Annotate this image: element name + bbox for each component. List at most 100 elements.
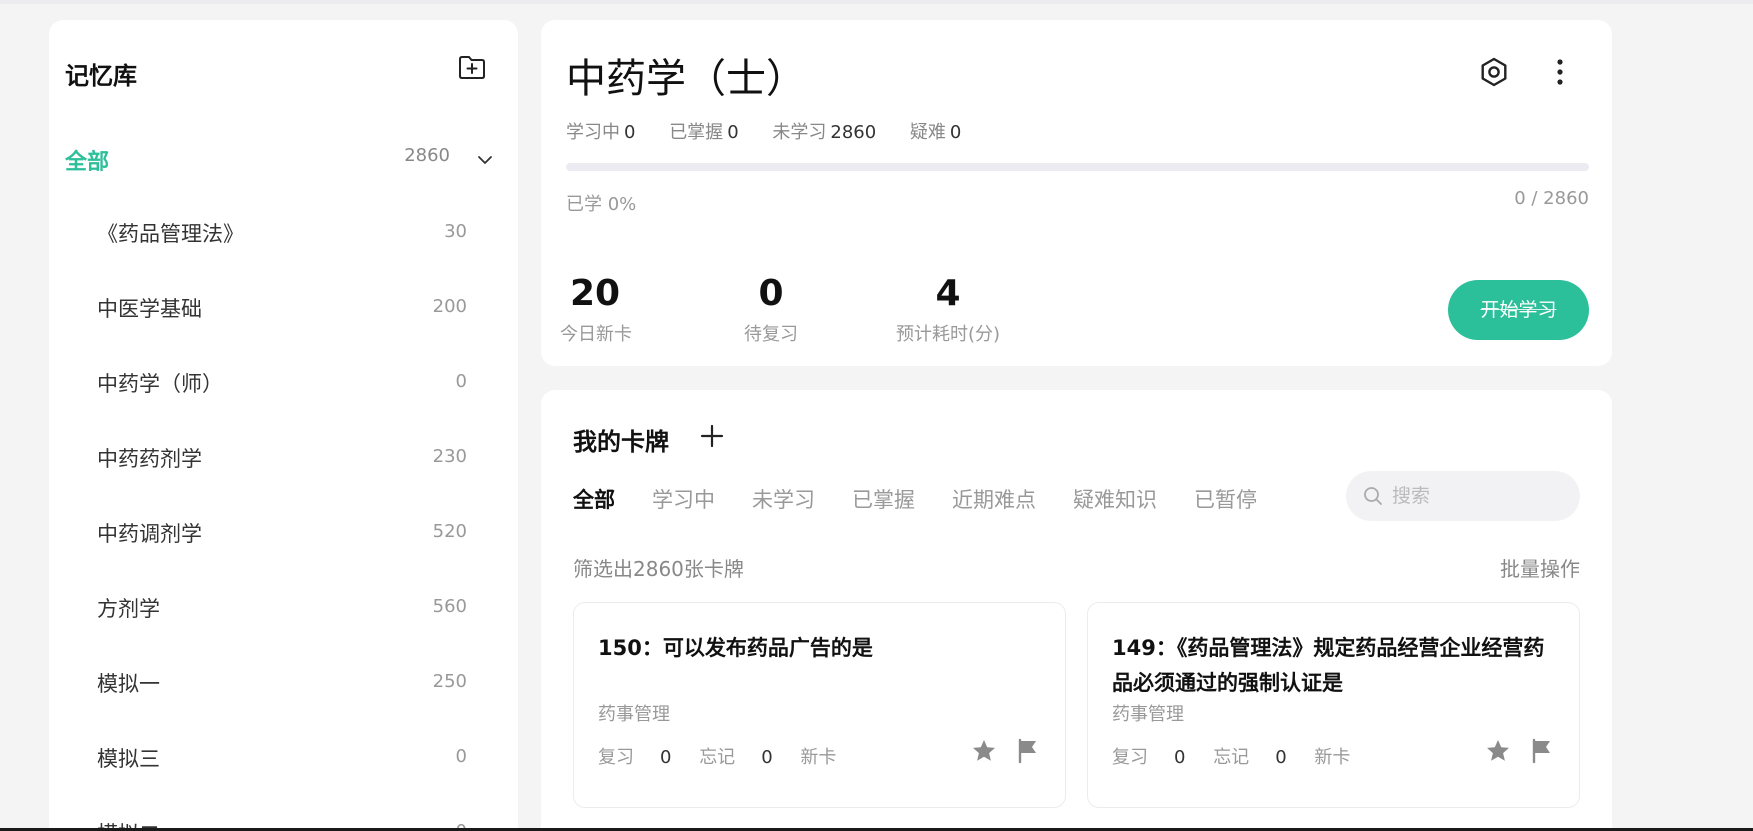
stat-mastered: 已掌握 0 bbox=[669, 122, 738, 143]
sidebar-item[interactable]: 中药调剂学 520 bbox=[97, 518, 467, 558]
metric-value: 4 bbox=[935, 273, 961, 314]
flag-icon[interactable] bbox=[1528, 737, 1556, 765]
forget-count: 0 bbox=[1275, 747, 1287, 768]
metric-new-cards: 20 今日新卡 bbox=[560, 273, 632, 346]
sidebar-all-count: 2860 bbox=[404, 145, 450, 166]
review-stat: 复习 0 bbox=[1112, 747, 1185, 768]
tab-recent-difficult[interactable]: 近期难点 bbox=[952, 484, 1036, 514]
top-strip bbox=[0, 0, 1753, 4]
sidebar-item-count: 0 bbox=[455, 746, 467, 767]
metric-value: 20 bbox=[569, 273, 621, 314]
sidebar-item-count: 250 bbox=[432, 671, 467, 692]
sidebar-item[interactable]: 中药药剂学 230 bbox=[97, 443, 467, 483]
stat-value: 2860 bbox=[830, 122, 877, 143]
sidebar-item[interactable]: 模拟一 250 bbox=[97, 668, 467, 708]
progress-bar bbox=[566, 163, 1589, 171]
star-icon[interactable] bbox=[1484, 737, 1512, 765]
flag-icon[interactable] bbox=[1014, 737, 1042, 765]
card-status: 新卡 bbox=[1314, 747, 1351, 768]
metric-label: 待复习 bbox=[744, 324, 798, 345]
metric-estimated-time: 4 预计耗时(分) bbox=[885, 274, 1011, 346]
sidebar-all-label: 全部 bbox=[65, 150, 110, 175]
tab-unlearned[interactable]: 未学习 bbox=[752, 484, 815, 514]
review-stat: 复习 0 bbox=[598, 747, 671, 768]
metric-label: 今日新卡 bbox=[560, 324, 632, 345]
forget-count: 0 bbox=[761, 747, 773, 768]
more-options-icon[interactable] bbox=[1542, 54, 1578, 90]
tab-difficult-knowledge[interactable]: 疑难知识 bbox=[1073, 484, 1157, 514]
progress-label: 已学 0% bbox=[566, 194, 637, 215]
flashcard[interactable]: 150：可以发布药品广告的是 药事管理 复习 0 忘记 0 新卡 bbox=[573, 602, 1066, 808]
sidebar-item-label: 模拟三 bbox=[97, 747, 160, 771]
sidebar-item[interactable]: 《药品管理法》 30 bbox=[97, 218, 467, 258]
sidebar-item-count: 30 bbox=[444, 221, 467, 242]
sidebar: 记忆库 全部 2860 《药品管理法》 30 中医学基础 200 中药学（师） … bbox=[49, 20, 518, 831]
flashcard-meta: 复习 0 忘记 0 新卡 bbox=[1112, 743, 1372, 769]
flashcard-title: 150：可以发布药品广告的是 bbox=[598, 636, 873, 660]
search-icon bbox=[1364, 487, 1382, 505]
sidebar-item-label: 模拟一 bbox=[97, 672, 160, 696]
tab-mastered[interactable]: 已掌握 bbox=[852, 484, 915, 514]
review-count: 0 bbox=[1174, 747, 1186, 768]
sidebar-item-count: 560 bbox=[432, 596, 467, 617]
flashcard-category: 药事管理 bbox=[598, 704, 670, 725]
sidebar-item-label: 《药品管理法》 bbox=[97, 222, 244, 246]
sidebar-item-count: 520 bbox=[432, 521, 467, 542]
star-icon[interactable] bbox=[970, 737, 998, 765]
deck-overview: 中药学（士） 学习中 0 已掌握 0 未学习 2860 疑难 0 已学 0% 0 / 2… bbox=[541, 20, 1612, 366]
sidebar-item-all[interactable]: 全部 2860 bbox=[65, 144, 505, 184]
flashcard-meta: 复习 0 忘记 0 新卡 bbox=[598, 743, 858, 769]
tab-paused[interactable]: 已暂停 bbox=[1194, 484, 1257, 514]
sidebar-item[interactable]: 方剂学 560 bbox=[97, 593, 467, 633]
stat-unlearned: 未学习 2860 bbox=[772, 122, 876, 143]
deck-title: 中药学（士） bbox=[566, 56, 806, 102]
tab-learning[interactable]: 学习中 bbox=[652, 484, 715, 514]
chevron-down-icon[interactable] bbox=[475, 150, 495, 170]
sidebar-item-label: 中药药剂学 bbox=[97, 447, 202, 471]
tab-all[interactable]: 全部 bbox=[573, 484, 615, 514]
forget-stat: 忘记 0 bbox=[699, 747, 772, 768]
metric-value: 0 bbox=[758, 273, 784, 314]
forget-label: 忘记 bbox=[1213, 747, 1250, 768]
sidebar-title: 记忆库 bbox=[65, 62, 137, 90]
sidebar-item-count: 230 bbox=[432, 446, 467, 467]
my-cards-panel: 我的卡牌 全部 学习中 未学习 已掌握 近期难点 疑难知识 已暂停 筛选出2860张卡牌 批… bbox=[541, 390, 1612, 831]
stat-learning: 学习中 0 bbox=[566, 122, 635, 143]
batch-operation-button[interactable]: 批量操作 bbox=[1500, 553, 1580, 582]
review-label: 复习 bbox=[598, 747, 634, 768]
stat-value: 0 bbox=[727, 122, 739, 143]
card-status: 新卡 bbox=[800, 747, 837, 768]
add-folder-icon[interactable] bbox=[457, 52, 487, 82]
flashcard-category: 药事管理 bbox=[1112, 704, 1184, 725]
add-card-icon[interactable] bbox=[698, 422, 726, 450]
sidebar-item-label: 中医学基础 bbox=[97, 297, 202, 321]
start-learning-button[interactable]: 开始学习 bbox=[1448, 280, 1589, 340]
sidebar-item-label: 中药调剂学 bbox=[97, 522, 202, 546]
sidebar-item-label: 方剂学 bbox=[97, 597, 160, 621]
metric-label: 预计耗时(分) bbox=[895, 324, 1001, 345]
sidebar-item-count: 0 bbox=[455, 371, 467, 392]
stat-value: 0 bbox=[624, 122, 636, 143]
review-label: 复习 bbox=[1112, 747, 1148, 768]
forget-stat: 忘记 0 bbox=[1213, 747, 1286, 768]
search-input[interactable] bbox=[1392, 471, 1572, 521]
stat-label: 已掌握 bbox=[669, 122, 724, 143]
sidebar-item-label: 中药学（师） bbox=[97, 372, 223, 396]
filter-result-count: 筛选出2860张卡牌 bbox=[573, 557, 744, 581]
stat-value: 0 bbox=[949, 122, 962, 143]
stat-label: 未学习 bbox=[772, 122, 827, 143]
deck-stats: 学习中 0 已掌握 0 未学习 2860 疑难 0 bbox=[566, 118, 989, 144]
metric-to-review: 0 待复习 bbox=[736, 274, 806, 346]
stat-label: 疑难 bbox=[909, 122, 946, 143]
stat-label: 学习中 bbox=[566, 122, 620, 143]
card-filter-tabs: 全部 学习中 未学习 已掌握 近期难点 疑难知识 已暂停 bbox=[573, 484, 1294, 514]
flashcard[interactable]: 149：《药品管理法》规定药品经营企业经营药品必须通过的强制认证是 药事管理 复… bbox=[1087, 602, 1580, 808]
sidebar-item[interactable]: 中药学（师） 0 bbox=[97, 368, 467, 408]
sidebar-item[interactable]: 模拟三 0 bbox=[97, 743, 467, 783]
cards-panel-title: 我的卡牌 bbox=[573, 428, 669, 456]
sidebar-item[interactable]: 中医学基础 200 bbox=[97, 293, 467, 333]
settings-icon[interactable] bbox=[1476, 54, 1512, 90]
search-box[interactable] bbox=[1346, 471, 1580, 521]
stat-difficult: 疑难 0 bbox=[910, 122, 961, 143]
review-count: 0 bbox=[660, 747, 672, 768]
